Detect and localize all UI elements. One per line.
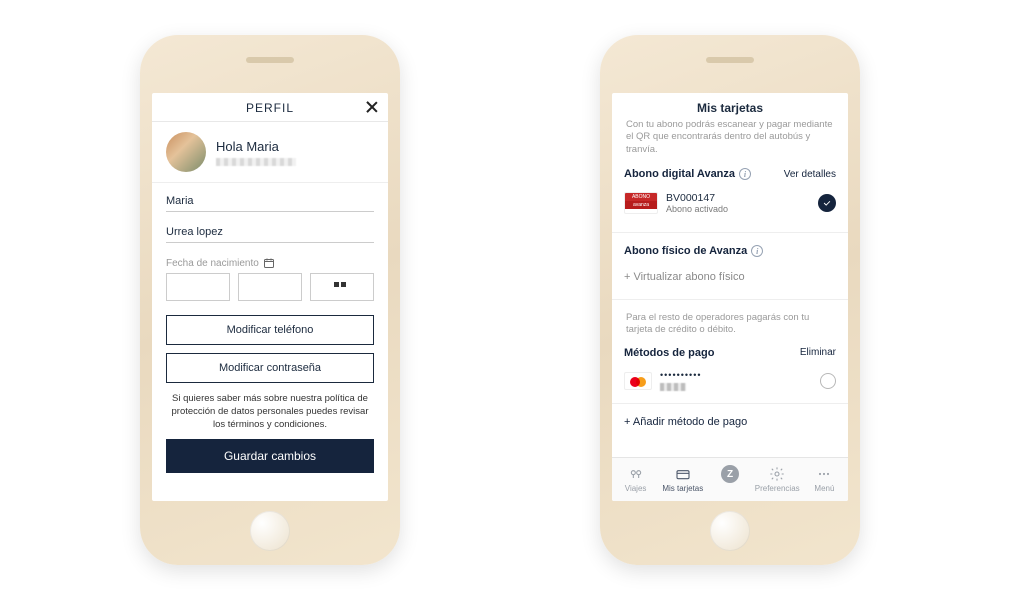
dob-year-field[interactable] — [310, 273, 374, 301]
abono-code: BV000147 — [666, 192, 728, 204]
abono-badge-icon: ABONO avanza — [624, 192, 658, 214]
profile-titlebar: PERFIL — [152, 93, 388, 122]
save-button[interactable]: Guardar cambios — [166, 439, 374, 473]
profile-title: PERFIL — [246, 101, 294, 115]
cards-subtitle: Con tu abono podrás escanear y pagar med… — [624, 119, 836, 164]
phone-profile: PERFIL Hola Maria Fecha de nacimiento — [140, 35, 400, 565]
dob-day-field[interactable] — [166, 273, 230, 301]
tab-preferencias[interactable]: Preferencias — [754, 458, 801, 501]
modify-password-button[interactable]: Modificar contraseña — [166, 353, 374, 383]
cards-title: Mis tarjetas — [624, 93, 836, 119]
dots-icon — [816, 466, 832, 482]
divider — [612, 403, 848, 404]
mastercard-icon — [624, 372, 652, 390]
z-icon: Z — [721, 465, 739, 483]
tab-viajes[interactable]: Viajes — [612, 458, 659, 501]
virtualize-physical-button[interactable]: + Virtualizar abono físico — [624, 261, 836, 295]
card-masked-number: •••••••••• — [660, 369, 702, 393]
divider — [612, 299, 848, 300]
cards-icon — [675, 466, 691, 482]
abono-row[interactable]: ABONO avanza BV000147 Abono activado — [624, 184, 836, 228]
dob-year-redacted — [334, 282, 350, 292]
greeting-text: Hola Maria — [216, 139, 296, 154]
dob-month-field[interactable] — [238, 273, 302, 301]
avatar — [166, 132, 206, 172]
trips-icon — [628, 466, 644, 482]
last-name-field[interactable] — [166, 220, 374, 243]
add-payment-button[interactable]: + Añadir método de pago — [624, 408, 836, 432]
abono-state: Abono activado — [666, 204, 728, 214]
selected-check-icon — [818, 194, 836, 212]
dob-label: Fecha de nacimiento — [166, 257, 374, 269]
privacy-policy-text: Si quieres saber más sobre nuestra polít… — [166, 391, 374, 439]
gear-icon — [769, 466, 785, 482]
divider — [612, 232, 848, 233]
first-name-field[interactable] — [166, 189, 374, 212]
delete-payment-link[interactable]: Eliminar — [800, 347, 836, 358]
phone-cards: Mis tarjetas Con tu abono podrás escanea… — [600, 35, 860, 565]
physical-abono-header: Abono físico de Avanza i — [624, 245, 763, 257]
close-icon[interactable] — [364, 99, 380, 115]
profile-greeting: Hola Maria — [152, 122, 388, 183]
info-icon[interactable]: i — [751, 245, 763, 257]
tab-bar: Viajes Mis tarjetas Z Preferencias Menú — [612, 457, 848, 501]
select-card-radio[interactable] — [820, 373, 836, 389]
payment-method-row[interactable]: •••••••••• — [624, 363, 836, 399]
see-details-link[interactable]: Ver detalles — [784, 169, 836, 180]
tab-z[interactable]: Z — [706, 458, 753, 501]
payment-methods-header: Métodos de pago — [624, 347, 714, 359]
tab-menu[interactable]: Menú — [801, 458, 848, 501]
tab-mis-tarjetas[interactable]: Mis tarjetas — [659, 458, 706, 501]
modify-phone-button[interactable]: Modificar teléfono — [166, 315, 374, 345]
info-icon[interactable]: i — [739, 168, 751, 180]
digital-abono-header: Abono digital Avanza i — [624, 168, 751, 180]
calendar-icon — [263, 257, 275, 269]
card-last4-redacted — [660, 383, 686, 391]
operators-note: Para el resto de operadores pagarás con … — [624, 304, 836, 343]
greeting-subtext-redacted — [216, 158, 296, 166]
